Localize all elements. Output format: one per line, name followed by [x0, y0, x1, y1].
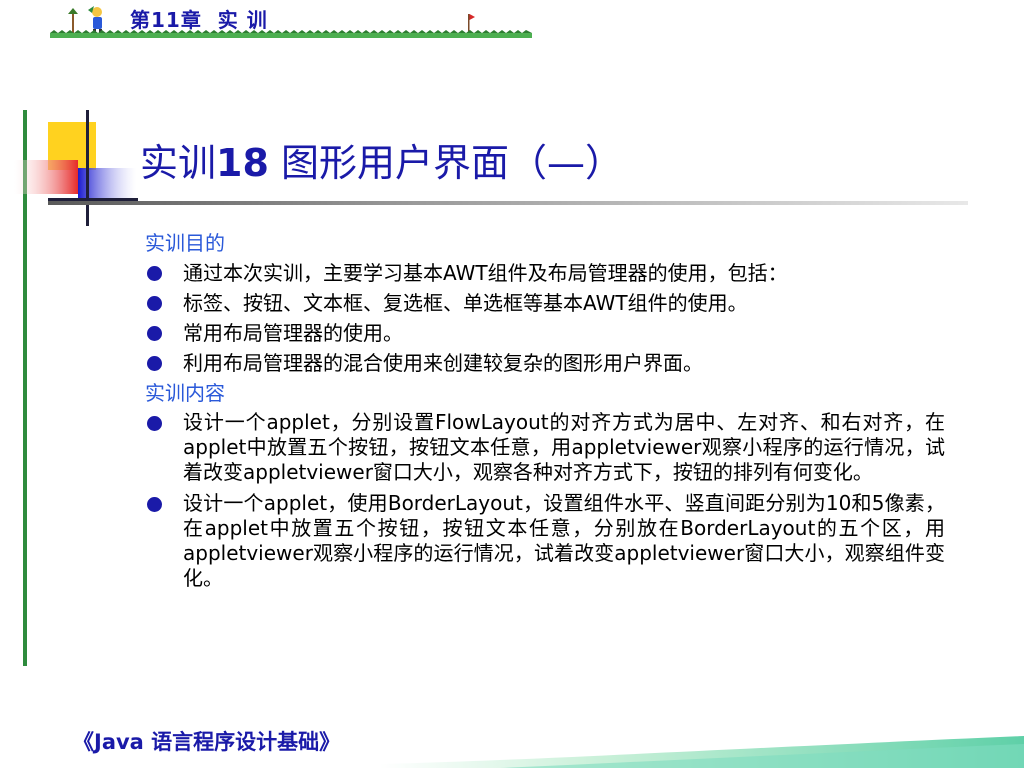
bullet-icon — [147, 326, 162, 341]
list-item: 通过本次实训，主要学习基本AWT组件及布局管理器的使用，包括： — [145, 258, 945, 288]
square-decoration — [14, 110, 138, 226]
list-item: 常用布局管理器的使用。 — [145, 318, 945, 348]
slide-title: 实训18 图形用户界面（—） — [140, 132, 623, 187]
list-item-text: 利用布局管理器的混合使用来创建较复杂的图形用户界面。 — [183, 351, 703, 375]
title-suffix: 图形用户界面（—） — [268, 141, 623, 185]
grass-decoration — [50, 30, 532, 38]
list-item: 标签、按钮、文本框、复选框、单选框等基本AWT组件的使用。 — [145, 288, 945, 318]
footer-wave-decoration — [380, 736, 1024, 768]
list-item-text: 设计一个applet，分别设置FlowLayout的对齐方式为居中、左对齐、和右… — [183, 410, 945, 484]
slide-content: 实训目的 通过本次实训，主要学习基本AWT组件及布局管理器的使用，包括： 标签、… — [145, 228, 945, 597]
bullet-icon — [147, 296, 162, 311]
list-item-text: 标签、按钮、文本框、复选框、单选框等基本AWT组件的使用。 — [183, 291, 748, 315]
title-prefix: 实训 — [140, 141, 217, 185]
bullet-icon — [147, 266, 162, 281]
book-title: 《Java 语言程序设计基础》 — [73, 730, 341, 754]
list-item-text: 常用布局管理器的使用。 — [183, 321, 403, 345]
header: 第11章 实 训 — [0, 0, 540, 40]
bullet-icon — [147, 497, 162, 512]
list-item-text: 设计一个applet，使用BorderLayout，设置组件水平、竖直间距分别为… — [183, 491, 945, 590]
list-item: 利用布局管理器的混合使用来创建较复杂的图形用户界面。 — [145, 348, 945, 378]
list-item: 设计一个applet，分别设置FlowLayout的对齐方式为居中、左对齐、和右… — [145, 410, 945, 485]
section-heading-content: 实训内容 — [145, 381, 225, 405]
bullet-icon — [147, 416, 162, 431]
bullet-icon — [147, 356, 162, 371]
list-item: 设计一个applet，使用BorderLayout，设置组件水平、竖直间距分别为… — [145, 491, 945, 591]
list-item-text: 通过本次实训，主要学习基本AWT组件及布局管理器的使用，包括： — [183, 261, 788, 285]
title-number: 18 — [216, 141, 269, 185]
chapter-title: 第11章 实 训 — [130, 8, 268, 32]
title-underline — [48, 201, 968, 205]
section-heading-purpose: 实训目的 — [145, 231, 225, 255]
